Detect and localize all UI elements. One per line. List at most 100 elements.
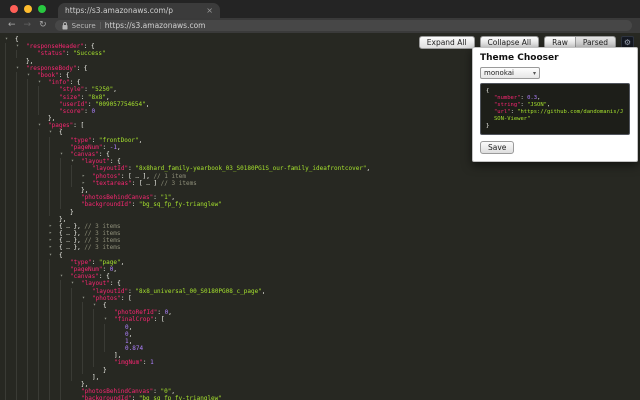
indent-guide xyxy=(16,294,27,302)
tab-close-icon[interactable]: × xyxy=(206,6,213,15)
json-key: "pageNum" xyxy=(70,266,103,273)
json-line: "backgroundId": "bg_sq_fp_fy-trianglew" xyxy=(5,201,370,209)
indent-guide xyxy=(60,309,71,317)
indent-guide xyxy=(5,143,16,151)
json-key: "string" xyxy=(494,102,521,108)
arrow-spacer xyxy=(38,115,48,122)
json-punctuation: : [ xyxy=(73,122,85,130)
json-line: ▸ "photos": [ … ], // 1 item xyxy=(5,172,370,180)
theme-preview-box: {"number": 0.3, "string": "JSON", "url": "… xyxy=(480,83,630,135)
json-line: ▾ "responseHeader": { xyxy=(5,43,370,51)
collapse-toggle-icon[interactable]: ▾ xyxy=(49,129,59,136)
collapse-toggle-icon[interactable]: ▾ xyxy=(60,273,70,280)
json-punctuation: } xyxy=(70,208,74,216)
indent-guide xyxy=(60,287,71,295)
collapse-toggle-icon[interactable]: ▾ xyxy=(93,302,103,309)
indent-guide xyxy=(5,352,16,360)
forward-icon[interactable]: → xyxy=(24,21,32,30)
collapse-toggle-icon[interactable]: ▾ xyxy=(71,280,81,287)
indent-guide xyxy=(38,86,49,94)
json-punctuation: : xyxy=(153,194,161,202)
indent-guide xyxy=(16,388,27,396)
collapse-toggle-icon[interactable]: ▾ xyxy=(27,72,37,79)
json-key: "canvas" xyxy=(70,151,99,158)
indent-guide xyxy=(38,129,49,137)
json-line: ▸{ … }, // 3 items xyxy=(5,222,370,231)
indent-guide xyxy=(5,136,16,144)
collapse-toggle-icon[interactable]: ▸ xyxy=(49,223,59,230)
chevron-down-icon: ▾ xyxy=(532,69,536,77)
json-punctuation: : xyxy=(128,287,136,295)
json-number: 0 xyxy=(91,107,96,115)
reload-icon[interactable]: ↻ xyxy=(39,21,47,30)
json-string: "frontDoor" xyxy=(98,136,139,144)
collapse-toggle-icon[interactable]: ▾ xyxy=(71,158,81,165)
json-comment: // 3 items xyxy=(160,179,197,187)
json-punctuation: }, xyxy=(69,244,85,252)
indent-guide xyxy=(5,186,16,195)
json-punctuation: { xyxy=(103,301,107,309)
json-punctuation: : xyxy=(157,309,165,317)
indent-guide xyxy=(5,151,16,159)
indent-guide xyxy=(5,129,16,137)
json-punctuation: : { xyxy=(83,43,95,51)
indent-guide xyxy=(38,337,49,346)
json-punctuation: : xyxy=(102,266,110,273)
collapse-toggle-icon[interactable]: ▾ xyxy=(38,122,48,129)
indent-guide xyxy=(16,352,27,360)
collapse-toggle-icon[interactable]: ▸ xyxy=(82,173,92,180)
indent-guide xyxy=(49,366,60,374)
json-key: "photoRefId" xyxy=(114,309,158,317)
indent-guide xyxy=(60,194,71,202)
json-punctuation: { xyxy=(59,251,63,259)
collapse-toggle-icon[interactable]: ▸ xyxy=(82,180,92,187)
save-button[interactable]: Save xyxy=(480,141,515,154)
back-icon[interactable]: ← xyxy=(8,21,16,30)
indent-guide xyxy=(60,352,71,360)
indent-guide xyxy=(71,345,82,353)
indent-guide xyxy=(38,244,49,252)
indent-guide xyxy=(16,71,27,80)
indent-guide xyxy=(38,158,49,166)
indent-guide xyxy=(71,330,82,338)
collapse-toggle-icon[interactable]: ▸ xyxy=(49,230,59,237)
json-line: "photosBehindCanvas": "0", xyxy=(5,388,370,396)
indent-guide xyxy=(38,186,49,195)
json-line: ▾{ xyxy=(5,301,370,310)
maximize-window-button[interactable] xyxy=(38,5,46,13)
json-punctuation: } xyxy=(103,366,107,374)
indent-guide xyxy=(5,86,16,94)
arrow-spacer xyxy=(82,165,92,172)
collapse-toggle-icon[interactable]: ▾ xyxy=(60,151,70,158)
indent-guide xyxy=(5,122,16,130)
expand-all-button[interactable]: Expand All xyxy=(418,36,475,49)
indent-guide xyxy=(5,395,16,400)
json-line: ▾{ xyxy=(5,129,370,137)
preview-line: "url": "https://github.com/dandomanis/JS… xyxy=(486,109,624,123)
collapse-toggle-icon[interactable]: ▾ xyxy=(104,316,114,323)
collapse-toggle-icon[interactable]: ▾ xyxy=(16,65,26,72)
theme-select[interactable]: monokai ▾ xyxy=(480,67,540,79)
minimize-window-button[interactable] xyxy=(24,5,32,13)
collapse-toggle-icon[interactable]: ▸ xyxy=(49,237,59,244)
arrow-spacer xyxy=(60,209,70,216)
collapse-toggle-icon[interactable]: ▸ xyxy=(49,244,59,251)
collapse-toggle-icon[interactable]: ▾ xyxy=(82,295,92,302)
browser-tab[interactable]: https://s3.amazonaws.com/p × xyxy=(58,3,220,18)
address-bar[interactable]: Secure https://s3.amazonaws.com xyxy=(54,20,632,31)
indent-guide xyxy=(16,345,27,353)
json-string: "8x8_universal_00_S0180PG08_c_page" xyxy=(135,287,262,295)
indent-guide xyxy=(27,309,38,317)
indent-guide xyxy=(49,395,60,400)
indent-guide xyxy=(60,186,71,195)
json-line: "layoutId": "8x8hard_family-yearbook_03_… xyxy=(5,165,370,173)
json-punctuation: : xyxy=(84,107,92,115)
preview-line: "number": 0.3, xyxy=(486,95,624,102)
close-window-button[interactable] xyxy=(10,5,18,13)
json-punctuation: { xyxy=(59,222,67,230)
collapse-toggle-icon[interactable]: ▾ xyxy=(16,43,26,50)
json-string: "Success" xyxy=(73,50,106,58)
collapse-toggle-icon[interactable]: ▾ xyxy=(5,36,15,43)
collapse-toggle-icon[interactable]: ▾ xyxy=(49,252,59,259)
collapse-toggle-icon[interactable]: ▾ xyxy=(38,79,48,86)
